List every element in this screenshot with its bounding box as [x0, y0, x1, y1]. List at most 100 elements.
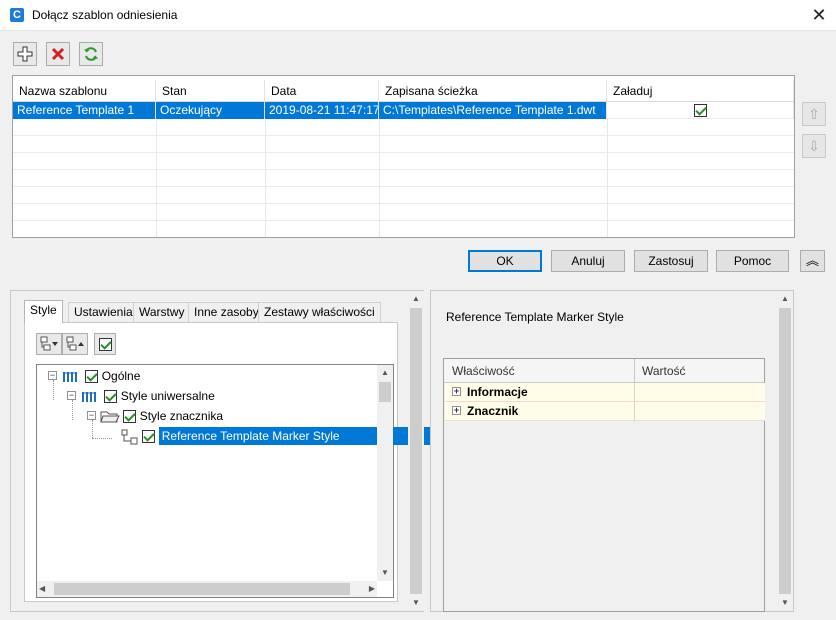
tab-other-resources[interactable]: Inne zasoby: [188, 302, 265, 322]
scroll-down-arrow-icon[interactable]: ▼: [377, 565, 393, 581]
open-folder-icon: [100, 411, 120, 423]
empty-row: [13, 204, 794, 221]
scroll-thumb[interactable]: [379, 382, 391, 402]
table-row[interactable]: Reference Template 1 Oczekujący 2019-08-…: [13, 102, 794, 119]
scroll-thumb[interactable]: [410, 308, 422, 594]
collapse-tree-icon: [66, 336, 84, 351]
column-header-path[interactable]: Zapisana ścieżka: [379, 80, 607, 102]
cell-name: Reference Template 1: [13, 102, 156, 119]
tab-layers[interactable]: Warstwy: [133, 302, 191, 322]
grid-separator: [607, 119, 608, 237]
grid-separator: [379, 119, 380, 237]
empty-row: [13, 136, 794, 153]
cell-separator: [634, 402, 635, 421]
tree-connector: [53, 380, 54, 400]
expand-plus-icon[interactable]: +: [452, 406, 461, 415]
scroll-left-arrow-icon[interactable]: ◀: [39, 581, 45, 597]
left-panel-scrollbar[interactable]: ▲ ▼: [408, 291, 424, 611]
help-button[interactable]: Pomoc: [716, 250, 789, 272]
tree-connector: [92, 438, 112, 439]
refresh-icon: [84, 47, 98, 61]
collapse-button[interactable]: ︽: [800, 250, 825, 272]
tab-property-sets[interactable]: Zestawy właściwości: [258, 302, 381, 322]
check-all-icon: [98, 337, 112, 351]
empty-row: [13, 187, 794, 204]
templates-grid: Nazwa szablonu Stan Data Zapisana ścieżk…: [12, 75, 795, 238]
tree-node-general[interactable]: Ogólne: [62, 367, 140, 386]
expand-all-button[interactable]: [36, 333, 62, 355]
delete-template-button[interactable]: [46, 42, 70, 66]
tree-node-label: Style znacznika: [139, 409, 224, 423]
style-group-icon: [63, 371, 77, 382]
scroll-right-arrow-icon[interactable]: ▶: [369, 581, 375, 597]
refresh-button[interactable]: [79, 42, 103, 66]
cell-date: 2019-08-21 11:47:17: [265, 102, 379, 119]
scroll-up-arrow-icon[interactable]: ▲: [377, 365, 393, 381]
marker-style-icon: [121, 429, 138, 445]
tree-node-reference-marker-style[interactable]: Reference Template Marker Style: [121, 427, 452, 446]
empty-row: [13, 170, 794, 187]
column-header-state[interactable]: Stan: [156, 80, 265, 102]
apply-button[interactable]: Zastosuj: [634, 250, 708, 272]
move-up-button[interactable]: ⇧: [802, 102, 826, 126]
empty-row: [13, 221, 794, 237]
style-group-icon: [82, 391, 96, 402]
scroll-thumb[interactable]: [54, 583, 350, 595]
tab-style[interactable]: Style: [24, 300, 63, 323]
tab-settings[interactable]: Ustawienia: [68, 302, 139, 322]
tree-collapse-toggle[interactable]: −: [87, 411, 96, 420]
column-header-load[interactable]: Załaduj: [607, 80, 794, 102]
property-table: Właściwość Wartość + Informacje + Znaczn…: [443, 358, 765, 612]
move-down-button[interactable]: ⇩: [802, 134, 826, 158]
close-button[interactable]: ✕: [806, 3, 832, 27]
tree-node-label: Style uniwersalne: [120, 389, 215, 403]
tree-vertical-scrollbar[interactable]: ▲ ▼: [377, 365, 393, 581]
node-checkbox[interactable]: [104, 390, 118, 404]
app-icon: C: [10, 8, 24, 22]
node-checkbox[interactable]: [142, 430, 156, 444]
scroll-up-arrow-icon[interactable]: ▲: [408, 291, 424, 307]
property-label: Znacznik: [467, 404, 519, 418]
tree-collapse-toggle[interactable]: −: [67, 391, 76, 400]
empty-row: [13, 119, 794, 136]
cell-load: [607, 102, 794, 119]
collapse-all-button[interactable]: [62, 333, 88, 355]
tree-node-universal-styles[interactable]: Style uniwersalne: [81, 387, 215, 406]
red-x-icon: [51, 47, 65, 61]
tree-connector: [72, 400, 73, 420]
cell-state: Oczekujący: [156, 102, 265, 119]
property-label: Informacje: [467, 385, 528, 399]
grid-separator: [265, 119, 266, 237]
scroll-down-arrow-icon[interactable]: ▼: [408, 595, 424, 611]
tree-node-label: Ogólne: [101, 369, 141, 383]
tree-connector: [92, 420, 93, 438]
scroll-thumb[interactable]: [779, 308, 791, 594]
column-header-date[interactable]: Data: [265, 80, 379, 102]
column-header-value[interactable]: Wartość: [642, 364, 686, 378]
property-row-informacje[interactable]: + Informacje: [445, 383, 765, 402]
expand-plus-icon[interactable]: +: [452, 387, 461, 396]
column-header-property[interactable]: Właściwość: [452, 364, 515, 378]
style-tree: − Ogólne − Style uniwersalne − Style zna…: [36, 364, 452, 598]
column-header-name[interactable]: Nazwa szablonu: [13, 80, 156, 102]
ok-button[interactable]: OK: [468, 250, 542, 272]
tree-horizontal-scrollbar[interactable]: ◀ ▶: [37, 581, 377, 597]
grid-separator: [156, 119, 157, 237]
cancel-button[interactable]: Anuluj: [551, 250, 625, 272]
selected-style-heading: Reference Template Marker Style: [446, 310, 624, 324]
scroll-down-arrow-icon[interactable]: ▼: [777, 595, 793, 611]
tree-node-marker-styles[interactable]: Style znacznika: [100, 407, 223, 426]
node-checkbox[interactable]: [85, 370, 99, 384]
right-panel-scrollbar[interactable]: ▲ ▼: [777, 291, 793, 611]
property-row-znacznik[interactable]: + Znacznik: [445, 402, 765, 421]
window-title: Dołącz szablon odniesienia: [32, 8, 178, 22]
expand-tree-icon: [40, 336, 58, 351]
load-checkbox[interactable]: [693, 104, 707, 118]
scroll-up-arrow-icon[interactable]: ▲: [777, 291, 793, 307]
node-checkbox[interactable]: [123, 410, 137, 424]
check-all-button[interactable]: [94, 333, 116, 355]
cell-separator: [634, 383, 635, 402]
tree-collapse-toggle[interactable]: −: [48, 371, 57, 380]
add-template-button[interactable]: [13, 42, 37, 66]
cell-path: C:\Templates\Reference Template 1.dwt: [379, 102, 607, 119]
